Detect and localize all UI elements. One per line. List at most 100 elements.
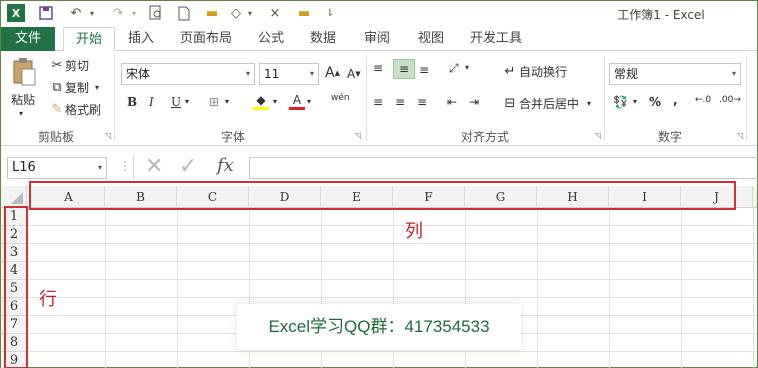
format-painter-label: 格式刷 [65,103,102,117]
tab-page-layout[interactable]: 页面布局 [171,27,241,51]
grow-font-button[interactable]: A ▲ [325,65,340,81]
row-annotation-label: 行 [39,289,57,310]
accounting-dropdown-icon[interactable]: ▾ [633,97,637,106]
name-box-value: L16 [12,160,36,175]
accounting-format-icon[interactable]: 💱 [613,95,628,109]
fill-color-dropdown-icon[interactable]: ▾ [273,97,277,106]
copy-dropdown-icon[interactable]: ▾ [95,83,99,92]
shapes-icon[interactable]: ◇ [227,4,245,22]
orientation-dropdown-icon[interactable]: ▾ [465,63,469,72]
shapes-dropdown-icon[interactable]: ▾ [245,4,255,22]
folder-icon[interactable]: ▬ [295,4,313,22]
tab-file[interactable]: 文件 [1,27,55,51]
tab-formulas[interactable]: 公式 [251,27,291,51]
font-color-button[interactable]: A [289,93,305,110]
increase-decimal-icon[interactable]: ←.0 [695,95,711,105]
insert-function-icon[interactable]: fx [217,155,234,176]
align-middle-icon[interactable]: ≡ [393,59,415,79]
title-bar: X ↶ ▾ ↷ ▾ ▬ ◇ ▾ × ▬ ⇂ 工作簿1 - Excel [1,1,757,27]
font-size-value: 11 [264,67,280,81]
number-group-label: 数字 [657,130,682,144]
new-file-icon[interactable] [175,4,193,22]
paint-bucket-icon: ◆ [256,93,266,107]
alignment-launcher-icon[interactable]: ◹ [595,131,601,140]
open-folder-icon[interactable]: ▬ [203,4,221,22]
underline-dropdown-icon[interactable]: ▾ [185,97,189,106]
font-color-dropdown-icon[interactable]: ▾ [307,97,311,106]
redo-dropdown-icon[interactable]: ▾ [129,4,139,22]
font-name-select[interactable]: 宋体 ▾ [121,63,255,85]
scissors-icon: ✂ [51,58,63,73]
grow-font-label: A [325,65,335,81]
divider [133,155,134,179]
name-box[interactable]: L16 ▾ [7,157,107,179]
gridline [105,208,106,368]
copy-label: 复制 [65,81,90,95]
number-launcher-icon[interactable]: ◹ [737,131,743,140]
percent-button[interactable]: % [649,95,661,109]
align-left-icon[interactable]: ≡ [373,95,383,109]
tab-data[interactable]: 数据 [303,27,343,51]
ribbon: 粘贴 ▾ ✂ 剪切 ⧉ 复制 ▾ ✎ 格式刷 剪贴板 ◹ 宋体 ▾ 11 ▾ A ▲ A ▼ B… [1,51,757,146]
shrink-font-button[interactable]: A ▼ [347,67,361,81]
undo-icon[interactable]: ↶ [65,4,87,22]
gridline [27,351,757,352]
paste-dropdown-icon[interactable]: ▾ [19,109,23,118]
group-separator [746,55,747,141]
align-center-icon[interactable]: ≡ [395,95,405,109]
orientation-icon[interactable]: ⤢ [449,61,459,76]
customize-quick-access-icon[interactable]: ⇂ [323,4,337,22]
gridline [537,208,538,368]
clear-icon[interactable]: × [267,4,283,22]
paste-button[interactable]: 粘贴 [11,91,35,108]
bold-button[interactable]: B [127,95,137,109]
column-annotation-label: 列 [405,221,423,242]
shrink-font-label: A [347,67,356,81]
window-title: 工作簿1 - Excel [617,8,705,22]
format-painter-button[interactable]: ✎ 格式刷 [49,101,101,118]
underline-button[interactable]: U [171,95,181,109]
clipboard-launcher-icon[interactable]: ◹ [105,131,111,140]
align-right-icon[interactable]: ≡ [417,95,427,109]
fill-color-button[interactable]: ◆ [253,93,269,110]
cancel-icon[interactable]: ✕ [145,154,163,179]
align-bottom-icon[interactable]: ≡ [419,63,429,77]
number-format-select[interactable]: 常规 ▾ [609,63,741,85]
decrease-indent-icon[interactable]: ⇤ [447,95,457,109]
decrease-decimal-icon[interactable]: .00→ [719,95,741,105]
phonetic-button[interactable]: wén [331,93,350,103]
brush-icon: ✎ [51,102,63,117]
italic-button[interactable]: I [149,95,154,109]
undo-dropdown-icon[interactable]: ▾ [87,4,97,22]
chevron-down-icon: ▾ [731,69,736,78]
paste-icon[interactable] [11,57,37,87]
borders-dropdown-icon[interactable]: ▾ [225,97,229,106]
tab-review[interactable]: 审阅 [357,27,397,51]
increase-icon: ▲ [334,69,340,77]
copy-button[interactable]: ⧉ 复制 ▾ [49,79,99,96]
tab-view[interactable]: 视图 [411,27,451,51]
redo-icon[interactable]: ↷ [107,4,129,22]
tab-home[interactable]: 开始 [63,27,115,52]
tab-developer[interactable]: 开发工具 [463,27,529,51]
font-size-select[interactable]: 11 ▾ [259,63,319,85]
gridline [27,297,757,298]
chevron-down-icon: ▾ [309,69,314,78]
save-icon[interactable] [37,4,55,22]
formula-input[interactable] [249,157,758,179]
wrap-text-button[interactable]: ↵ 自动换行 [501,63,567,80]
select-all-corner[interactable] [1,186,27,208]
increase-indent-icon[interactable]: ⇥ [469,95,479,109]
tab-insert[interactable]: 插入 [121,27,161,51]
borders-icon[interactable]: ⊞ [209,95,219,109]
comma-button[interactable]: , [673,93,678,107]
merge-dropdown-icon[interactable]: ▾ [587,99,591,108]
font-launcher-icon[interactable]: ◹ [355,131,361,140]
cut-button[interactable]: ✂ 剪切 [49,57,89,74]
confirm-icon[interactable]: ✓ [179,154,197,179]
gridline [27,261,757,262]
merge-center-button[interactable]: ⊟ 合并后居中 ▾ [501,95,591,112]
print-preview-icon[interactable] [147,4,165,22]
align-top-icon[interactable]: ≡ [373,61,383,75]
alignment-group-label: 对齐方式 [460,130,509,144]
